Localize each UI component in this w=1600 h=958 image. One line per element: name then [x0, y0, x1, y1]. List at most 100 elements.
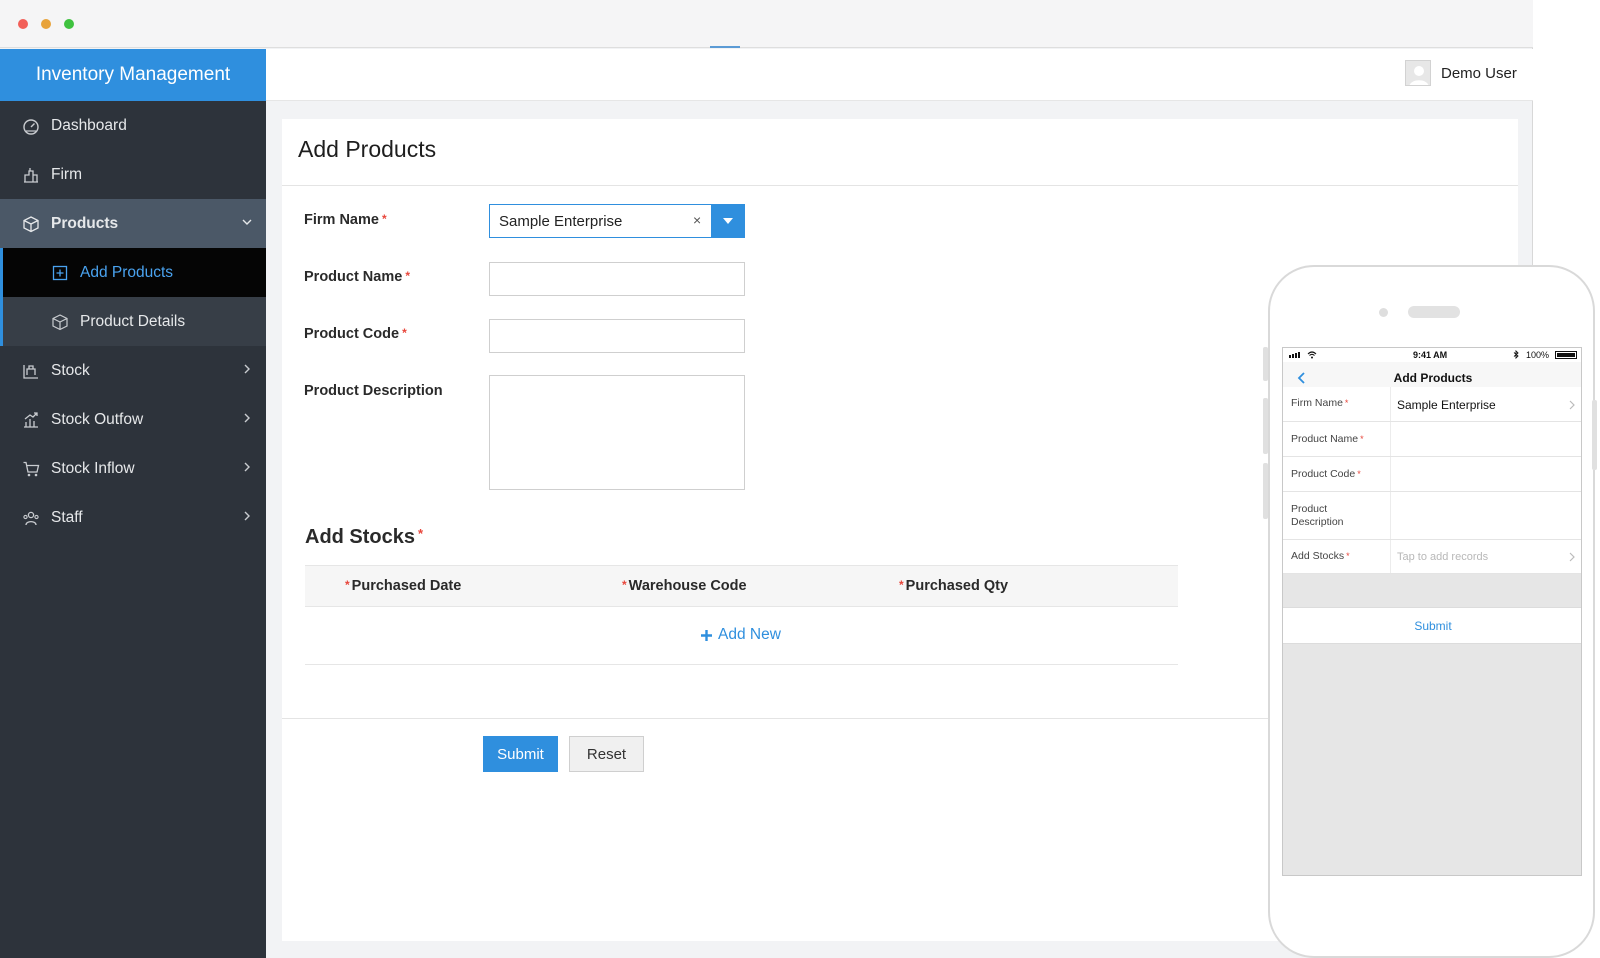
phone-side-button	[1592, 400, 1597, 470]
add-new-row-button[interactable]: Add New	[700, 626, 781, 644]
top-header	[266, 49, 1533, 101]
sidebar-item-label: Dashboard	[51, 116, 127, 134]
product-code-label: Product Code *	[304, 326, 407, 342]
phone-row-value: Sample Enterprise	[1397, 398, 1496, 412]
page-title: Add Products	[298, 136, 437, 162]
titlebar-accent	[710, 46, 740, 48]
phone-field-area	[1390, 422, 1581, 456]
firm-name-value: Sample Enterprise	[499, 213, 623, 230]
sidebar-item-products[interactable]: Products	[0, 199, 266, 248]
phone-camera	[1379, 308, 1388, 317]
minimize-window-button[interactable]	[41, 19, 51, 29]
sidebar-item-label: Staff	[51, 508, 83, 526]
sidebar-item-stock-inflow[interactable]: Stock Inflow	[0, 444, 266, 493]
sidebar-item-label: Stock Inflow	[51, 459, 135, 477]
user-name[interactable]: Demo User	[1441, 65, 1517, 82]
outflow-icon	[24, 412, 38, 428]
dashboard-icon	[23, 119, 39, 135]
firm-name-select[interactable]: Sample Enterprise ×	[489, 204, 745, 238]
battery-icon	[1555, 351, 1577, 359]
sidebar-item-stock-outflow[interactable]: Stock Outfow	[0, 395, 266, 444]
sidebar-item-label: Add Products	[80, 263, 174, 281]
stocks-table-header: * Purchased Date * Warehouse Code * Purchas…	[305, 565, 1178, 607]
close-window-button[interactable]	[18, 19, 28, 29]
signal-icon	[1289, 352, 1300, 358]
phone-submit-button[interactable]: Submit	[1283, 607, 1581, 644]
chevron-right-icon	[244, 413, 250, 423]
column-header-purchased-qty: * Purchased Qty	[899, 578, 1009, 594]
clear-selection-button[interactable]: ×	[693, 212, 701, 228]
app-brand: Inventory Management	[0, 49, 266, 101]
column-header-warehouse-code: * Warehouse Code	[622, 578, 747, 594]
firm-name-label: Firm Name *	[304, 212, 387, 228]
add-stocks-title: Add Stocks *	[305, 526, 424, 548]
sidebar-item-label: Product Details	[80, 312, 186, 330]
add-new-label: Add New	[718, 626, 781, 643]
phone-side-button	[1263, 398, 1268, 454]
chevron-right-icon	[244, 511, 250, 521]
wifi-icon	[1307, 351, 1317, 359]
status-time: 9:41 AM	[1413, 350, 1448, 360]
plus-icon	[701, 629, 712, 641]
sidebar-item-product-details[interactable]: Product Details	[0, 297, 266, 346]
box-detail-icon	[52, 314, 68, 331]
dropdown-toggle-button[interactable]	[711, 204, 745, 238]
phone-row-firm-name[interactable]: Firm Name * Sample Enterprise	[1283, 387, 1581, 422]
sidebar-item-label: Firm	[51, 165, 82, 183]
sidebar-item-label: Stock	[51, 361, 90, 379]
staff-icon	[23, 511, 39, 526]
sidebar-item-label: Products	[51, 214, 119, 232]
product-code-input[interactable]	[489, 319, 745, 353]
submenu-indicator	[0, 297, 3, 346]
firm-icon	[24, 168, 38, 183]
phone-speaker	[1408, 306, 1460, 318]
phone-field-area	[1390, 457, 1581, 491]
phone-row-label: Firm Name *	[1291, 397, 1349, 409]
product-description-textarea[interactable]	[489, 375, 745, 490]
submit-button[interactable]: Submit	[483, 736, 558, 772]
phone-page-title: Add Products	[1393, 371, 1473, 385]
sidebar: Dashboard Firm Products Add Products Pro…	[0, 101, 266, 958]
sidebar-item-firm[interactable]: Firm	[0, 150, 266, 199]
phone-side-button	[1263, 463, 1268, 519]
status-battery-text: 100%	[1525, 350, 1549, 360]
sidebar-item-label: Stock Outfow	[51, 410, 144, 428]
bluetooth-icon	[1513, 350, 1519, 359]
phone-row-add-stocks[interactable]: Add Stocks * Tap to add records	[1283, 540, 1581, 574]
phone-row-placeholder: Tap to add records	[1397, 551, 1489, 563]
chevron-right-icon	[1569, 400, 1575, 410]
sidebar-item-staff[interactable]: Staff	[0, 493, 266, 542]
chevron-down-icon	[242, 219, 252, 225]
column-header-purchased-date: * Purchased Date	[345, 578, 462, 594]
user-avatar-icon[interactable]	[1405, 60, 1431, 86]
stock-icon	[23, 365, 38, 379]
box-icon	[23, 216, 39, 233]
chevron-right-icon	[244, 364, 250, 374]
caret-down-icon	[723, 218, 733, 224]
divider	[305, 664, 1178, 665]
divider	[282, 185, 1518, 186]
phone-row-product-code[interactable]: Product Code *	[1283, 457, 1581, 492]
phone-row-product-name[interactable]: Product Name *	[1283, 422, 1581, 457]
product-name-input[interactable]	[489, 262, 745, 296]
phone-row-label: Product Name *	[1291, 433, 1364, 445]
sidebar-item-stock[interactable]: Stock	[0, 346, 266, 395]
chevron-right-icon	[244, 462, 250, 472]
sidebar-item-add-products[interactable]: Add Products	[0, 248, 266, 297]
active-indicator	[0, 248, 3, 297]
phone-row-label: Product Code *	[1291, 468, 1361, 480]
reset-button[interactable]: Reset	[569, 736, 644, 772]
phone-status-bar: 9:41 AM 100%	[1283, 348, 1581, 362]
add-box-icon	[52, 265, 68, 281]
cart-icon	[23, 461, 40, 477]
window-titlebar	[0, 0, 1533, 48]
phone-row-product-description[interactable]: Product Description	[1283, 492, 1581, 540]
sidebar-item-dashboard[interactable]: Dashboard	[0, 101, 266, 150]
phone-side-button	[1263, 347, 1268, 381]
maximize-window-button[interactable]	[64, 19, 74, 29]
phone-screen: 9:41 AM 100% Add Products Firm Name * Sam…	[1282, 347, 1582, 876]
phone-field-area	[1390, 492, 1581, 539]
product-description-label: Product Description	[304, 383, 443, 399]
phone-row-label: Add Stocks *	[1291, 550, 1350, 562]
chevron-right-icon	[1569, 552, 1575, 562]
